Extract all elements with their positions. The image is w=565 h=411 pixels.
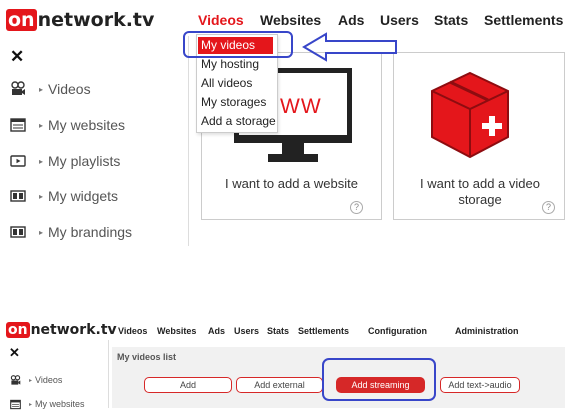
sidebar-item-videos[interactable]: ▸ Videos	[10, 373, 62, 387]
film-camera-icon	[10, 374, 21, 385]
bullet-icon: ▸	[29, 401, 33, 408]
playlist-icon	[10, 155, 26, 167]
help-icon[interactable]: ?	[350, 201, 363, 214]
bullet-icon: ▸	[39, 84, 44, 94]
sidebar-item-label: Videos	[48, 81, 91, 97]
tab-administration[interactable]: Administration	[455, 326, 519, 336]
sidebar-item-label: Videos	[35, 375, 63, 385]
bullet-icon: ▸	[29, 377, 33, 384]
monitor-screen-text: WW	[280, 95, 322, 118]
tab-ads[interactable]: Ads	[338, 12, 364, 28]
sidebar-item-videos[interactable]: ▸ Videos	[10, 79, 91, 99]
sidebar-item-my-websites[interactable]: ▸ My websites	[10, 115, 125, 135]
tab-stats[interactable]: Stats	[434, 12, 468, 28]
red-box-icon	[431, 71, 509, 159]
tab-users[interactable]: Users	[234, 326, 259, 336]
tab-videos[interactable]: Videos	[118, 326, 147, 336]
sidebar-item-label: My playlists	[48, 153, 121, 169]
page-title: My videos list	[117, 352, 177, 362]
tab-configuration[interactable]: Configuration	[368, 326, 427, 336]
sidebar-item-my-brandings[interactable]: ▸ My brandings	[10, 222, 132, 242]
card-label: I want to add a video storage	[420, 176, 540, 207]
sidebar-item-label: My brandings	[48, 224, 133, 240]
tab-settlements[interactable]: Settlements	[298, 326, 349, 336]
branding-icon	[10, 226, 26, 238]
browser-window-icon	[10, 118, 26, 132]
sidebar-item-label: My widgets	[48, 188, 119, 204]
tab-stats[interactable]: Stats	[267, 326, 289, 336]
menu-item-my-storages[interactable]: My storages	[201, 95, 266, 109]
bullet-icon: ▸	[39, 191, 44, 201]
add-text-audio-button[interactable]: Add text->audio	[440, 377, 520, 393]
logo-text: network.tv	[37, 9, 155, 31]
logo[interactable]: on network.tv	[6, 9, 154, 31]
annotation-arrow-icon	[302, 32, 397, 62]
logo[interactable]: on network.tv	[6, 322, 117, 338]
sidebar-divider	[188, 36, 189, 246]
add-external-button[interactable]: Add external	[236, 377, 323, 393]
logo-on-badge: on	[6, 9, 37, 31]
logo-on-badge: on	[6, 322, 30, 338]
tab-websites[interactable]: Websites	[157, 326, 196, 336]
sidebar-item-my-widgets[interactable]: ▸ My widgets	[10, 186, 118, 206]
card-add-storage[interactable]: I want to add a video storage ?	[393, 52, 565, 220]
sidebar-item-my-playlists[interactable]: ▸ My playlists	[10, 151, 120, 171]
tab-settlements[interactable]: Settlements	[484, 12, 563, 28]
tab-websites[interactable]: Websites	[260, 12, 321, 28]
bullet-icon: ▸	[39, 227, 44, 237]
annotation-highlight-box	[322, 358, 436, 401]
menu-item-my-hosting[interactable]: My hosting	[201, 57, 259, 71]
tab-users[interactable]: Users	[380, 12, 419, 28]
widget-icon	[10, 190, 26, 202]
menu-item-all-videos[interactable]: All videos	[201, 76, 252, 90]
menu-item-add-storage[interactable]: Add a storage	[201, 114, 276, 128]
bullet-icon: ▸	[39, 120, 44, 130]
close-icon[interactable]: ✕	[10, 47, 24, 67]
film-camera-icon	[11, 81, 25, 95]
add-button[interactable]: Add	[144, 377, 232, 393]
tab-videos[interactable]: Videos	[198, 12, 244, 28]
sidebar-divider	[108, 340, 109, 408]
tab-ads[interactable]: Ads	[208, 326, 225, 336]
annotation-highlight-box	[183, 31, 293, 58]
sidebar-item-my-websites[interactable]: ▸ My websites	[10, 397, 85, 411]
logo-text: network.tv	[30, 322, 117, 338]
card-label: I want to add a website	[225, 176, 358, 191]
help-icon[interactable]: ?	[542, 201, 555, 214]
sidebar-item-label: My websites	[48, 117, 126, 133]
bullet-icon: ▸	[39, 156, 44, 166]
close-icon[interactable]: ✕	[9, 345, 20, 361]
